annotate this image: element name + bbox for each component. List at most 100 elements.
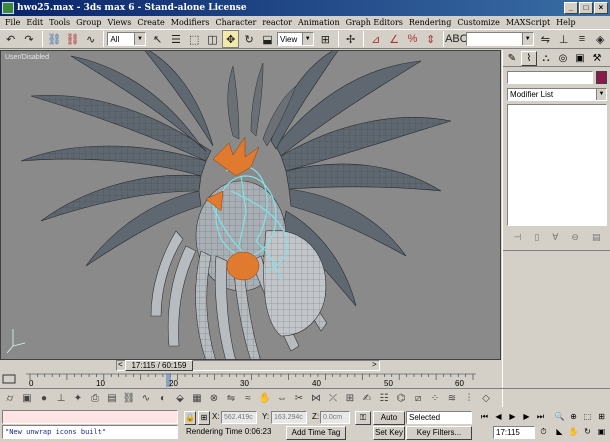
play-icon[interactable]: ▶ (506, 411, 519, 424)
percent-snap-icon[interactable]: % (404, 30, 421, 48)
maxscript-input[interactable] (2, 410, 178, 424)
pin-stack-icon[interactable]: ⊣ (513, 232, 521, 243)
menu-group[interactable]: Group (73, 18, 104, 27)
undo-icon[interactable]: ↶ (2, 30, 19, 48)
zoom-extents-icon[interactable]: ⬚ (581, 411, 594, 424)
minimize-button[interactable]: _ (564, 2, 578, 14)
light-icon[interactable]: ✦ (70, 391, 86, 407)
snap-icon[interactable]: ⊿ (367, 30, 384, 48)
time-slider-thumb[interactable]: 17:115 / 60:159 (125, 360, 193, 371)
make-unique-icon[interactable]: ∀ (552, 232, 558, 243)
vertex-icon[interactable]: ⁘ (427, 391, 443, 407)
render-icon[interactable]: ⬙ (172, 391, 188, 407)
brush-icon[interactable]: ✍ (359, 391, 375, 407)
align-icon[interactable]: ⊥ (555, 30, 572, 48)
rectangular-selection-icon[interactable]: ⬚ (186, 30, 203, 48)
y-coordinate-field[interactable]: 163.294c (271, 411, 307, 424)
track-bar[interactable] (0, 372, 502, 388)
lock-selection-icon[interactable]: 🔒 (184, 411, 196, 425)
spinner-snap-icon[interactable]: ⇕ (422, 30, 439, 48)
helper-icon[interactable]: ▤ (104, 391, 120, 407)
pan-view-icon[interactable]: ✋ (567, 426, 580, 439)
menu-customize[interactable]: Customize (454, 18, 503, 27)
menu-character[interactable]: Character (212, 18, 259, 27)
named-selection-icon[interactable]: ABC (445, 30, 468, 48)
material-icon[interactable]: ◐ (155, 391, 171, 407)
motion-tab-icon[interactable]: ◎ (555, 51, 571, 66)
break-icon[interactable]: ✂ (291, 391, 307, 407)
named-selection-sets-dropdown[interactable]: ▼ (466, 32, 534, 46)
key-icon[interactable]: ⚿ (355, 411, 371, 425)
zoom-icon[interactable]: 🔍 (553, 411, 566, 424)
pan-icon[interactable]: ✋ (257, 391, 273, 407)
maxscript-output[interactable]: "New unwrap icons built" (2, 425, 178, 439)
current-frame-field[interactable]: 17:115 (493, 426, 535, 439)
menu-tools[interactable]: Tools (46, 18, 73, 27)
move-icon[interactable]: ✥ (222, 30, 240, 48)
bind-space-warp-icon[interactable]: ∿ (82, 30, 99, 48)
select-link-icon[interactable]: ⛓ (46, 30, 63, 48)
shaper-icon[interactable]: ◇ (478, 391, 494, 407)
bone-icon[interactable]: ⊥ (53, 391, 69, 407)
link-icon[interactable]: ⛓ (121, 391, 137, 407)
mirror-icon[interactable]: ⇋ (537, 30, 554, 48)
cloth-icon[interactable]: ≋ (444, 391, 460, 407)
remove-modifier-icon[interactable]: ⊖ (571, 232, 579, 243)
curve-editor-icon[interactable]: ◈ (592, 30, 609, 48)
field-of-view-icon[interactable]: ◣ (553, 426, 566, 439)
go-to-end-icon[interactable]: ⏭ (534, 411, 547, 424)
texture-icon[interactable]: ▦ (189, 391, 205, 407)
box-icon[interactable]: ▣ (19, 391, 35, 407)
x-coordinate-field[interactable]: 562.419c (221, 411, 257, 424)
menu-file[interactable]: File (2, 18, 23, 27)
unlink-icon[interactable]: ⛓ (64, 30, 81, 48)
reference-coord-dropdown[interactable]: View ▼ (277, 32, 314, 46)
angle-snap-icon[interactable]: ∠ (386, 30, 403, 48)
utilities-tab-icon[interactable]: ⚒ (589, 51, 605, 66)
selection-filter-dropdown[interactable]: All ▼ (107, 32, 146, 46)
window-crossing-icon[interactable]: ◫ (204, 30, 221, 48)
pivot-center-icon[interactable]: ⊞ (317, 30, 334, 48)
modifier-list-dropdown[interactable]: Modifier List ▼ (507, 88, 607, 101)
relax-icon[interactable]: ≈ (240, 391, 256, 407)
detach-icon[interactable]: ⤫ (325, 391, 341, 407)
key-mode-dropdown[interactable]: Selected (406, 411, 472, 424)
weld-icon[interactable]: ⊗ (206, 391, 222, 407)
menu-maxscript[interactable]: MAXScript (503, 18, 553, 27)
select-by-name-icon[interactable]: ☰ (167, 30, 184, 48)
zoom-all-icon[interactable]: ⊕ (567, 411, 580, 424)
time-next-arrow[interactable]: > (372, 360, 377, 369)
add-time-tag-button[interactable]: Add Time Tag (286, 426, 346, 440)
show-end-result-icon[interactable]: ▯ (534, 232, 539, 243)
layer-icon[interactable]: ☷ (376, 391, 392, 407)
object-name-field[interactable] (507, 71, 593, 84)
set-key-button[interactable]: Set Key (373, 426, 405, 440)
menu-views[interactable]: Views (104, 18, 134, 27)
sphere-icon[interactable]: ● (36, 391, 52, 407)
maximize-viewport-icon[interactable]: ▣ (595, 426, 608, 439)
display-tab-icon[interactable]: ▣ (572, 51, 588, 66)
menu-modifiers[interactable]: Modifiers (168, 18, 213, 27)
viewport[interactable]: User/Disabled (0, 50, 501, 360)
select-object-icon[interactable]: ↖ (149, 30, 166, 48)
close-button[interactable]: × (594, 2, 608, 14)
scale-icon[interactable]: ⬓ (259, 30, 276, 48)
time-config-icon[interactable]: ⏱ (537, 426, 550, 439)
select-manipulate-icon[interactable]: ✢ (342, 30, 359, 48)
configure-sets-icon[interactable]: ▤ (592, 232, 601, 243)
maximize-button[interactable]: □ (579, 2, 593, 14)
rotate-icon[interactable]: ↻ (240, 30, 257, 48)
redo-icon[interactable]: ↷ (20, 30, 37, 48)
cylinder-icon[interactable]: ⌭ (2, 391, 18, 407)
next-frame-icon[interactable]: ▶ (520, 411, 533, 424)
create-tab-icon[interactable]: ✎ (504, 51, 520, 66)
edge-icon[interactable]: ⧄ (410, 391, 426, 407)
unwrap-icon[interactable]: ⊞ (342, 391, 358, 407)
spline-icon[interactable]: ∿ (138, 391, 154, 407)
menu-graph-editors[interactable]: Graph Editors (343, 18, 406, 27)
modify-tab-icon[interactable]: ⌇ (521, 51, 537, 66)
hair-icon[interactable]: ⫶ (461, 391, 477, 407)
absolute-mode-icon[interactable]: ⊞ (198, 411, 210, 425)
z-coordinate-field[interactable]: 0.0cm (320, 411, 350, 424)
menu-rendering[interactable]: Rendering (406, 18, 454, 27)
